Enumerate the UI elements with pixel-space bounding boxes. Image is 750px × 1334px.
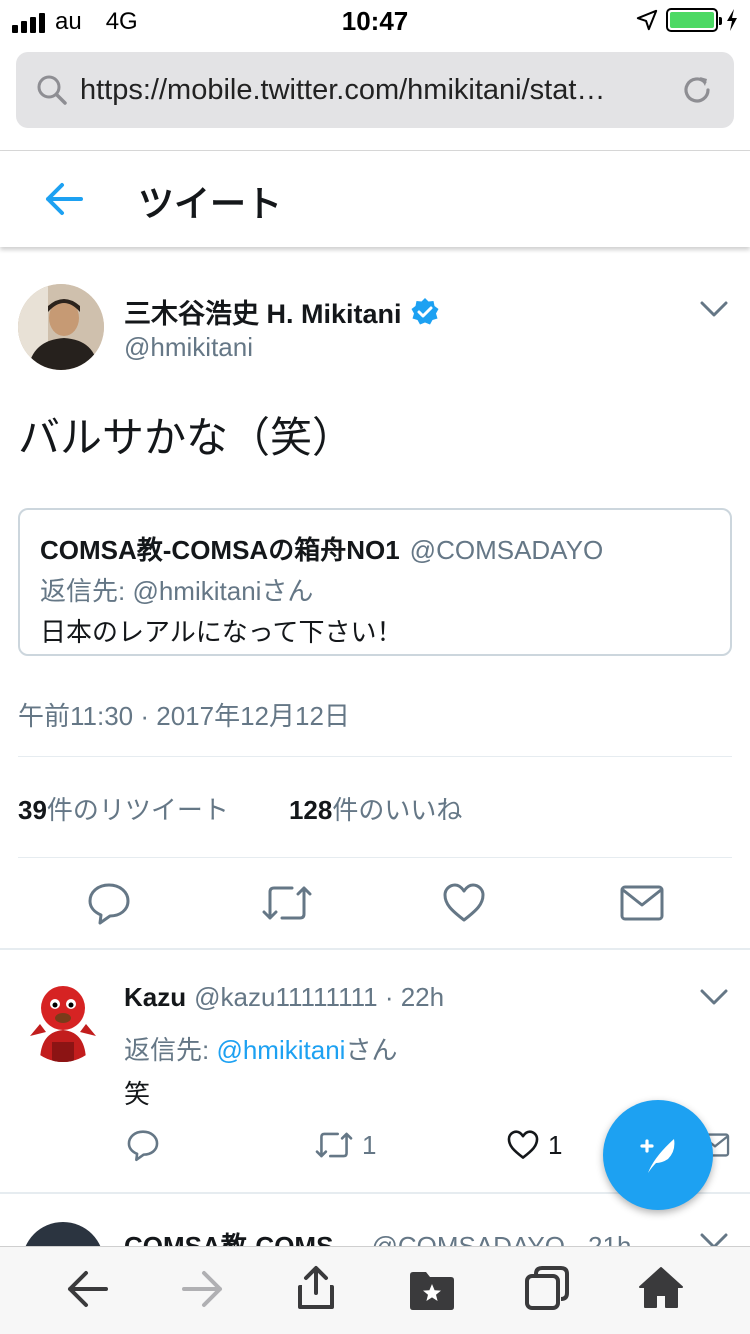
quoted-header: COMSA教-COMSAの箱舟NO1 @COMSADAYO <box>40 530 710 567</box>
page-header: ツイート <box>0 151 750 247</box>
browser-toolbar <box>0 1246 750 1334</box>
retweet-count: 1 <box>362 1129 377 1160</box>
divider <box>0 948 750 950</box>
avatar[interactable] <box>22 980 104 1062</box>
reply-to-link[interactable]: @hmikitani <box>216 1035 345 1065</box>
back-arrow-icon[interactable] <box>44 181 84 217</box>
reply-to-suffix: さん <box>345 1035 398 1065</box>
reply-to: 返信先: @hmikitaniさん <box>124 1030 397 1067</box>
tweet-stats: 39件のリツイート 128件のいいね <box>18 790 462 827</box>
reply-author-name[interactable]: Kazu <box>124 982 186 1012</box>
avatar[interactable] <box>18 284 104 370</box>
quoted-reply-to: 返信先: @hmikitaniさん <box>40 576 314 606</box>
like-icon[interactable] <box>441 880 487 926</box>
address-bar[interactable]: https://mobile.twitter.com/hmikitani/sta… <box>16 52 734 128</box>
retweet-stat-label: 件のリツイート <box>46 795 229 825</box>
chevron-down-icon[interactable] <box>700 300 728 318</box>
quoted-author-name: COMSA教-COMSAの箱舟NO1 <box>40 535 400 565</box>
retweet-action[interactable]: 1 <box>314 1128 376 1162</box>
reply-action[interactable] <box>126 1128 160 1162</box>
retweet-icon[interactable] <box>314 1128 354 1162</box>
like-stat[interactable]: 128件のいいね <box>289 790 462 827</box>
compose-feather-icon <box>640 1139 675 1173</box>
verified-badge-icon <box>411 297 439 324</box>
direct-message-icon[interactable] <box>619 880 665 926</box>
tweet-actions <box>0 880 750 930</box>
author-name[interactable]: 三木谷浩史 H. Mikitani <box>124 292 440 331</box>
reply-icon[interactable] <box>126 1128 160 1162</box>
url-text[interactable]: https://mobile.twitter.com/hmikitani/sta… <box>80 74 680 107</box>
reply-to-prefix: 返信先: <box>124 1035 217 1065</box>
reply-meta: @kazu11111111 · 22h <box>194 982 445 1012</box>
location-arrow-icon <box>636 9 658 31</box>
reload-icon[interactable] <box>680 73 714 107</box>
back-icon[interactable] <box>66 1269 110 1309</box>
battery-icon <box>666 8 722 32</box>
quoted-text: 日本のレアルになって下さい！ <box>40 617 403 647</box>
tweet-timestamp: 午前11:30 · 2017年12月12日 <box>18 701 350 731</box>
forward-icon[interactable] <box>180 1269 224 1309</box>
compose-tweet-button[interactable] <box>603 1100 713 1210</box>
page-title: ツイート <box>138 183 283 224</box>
charging-icon <box>727 9 737 31</box>
like-count: 1 <box>548 1129 563 1160</box>
author-name-text[interactable]: 三木谷浩史 H. Mikitani <box>124 292 402 331</box>
divider <box>18 857 732 858</box>
search-icon <box>37 75 67 105</box>
author-handle[interactable]: @hmikitani <box>124 332 253 363</box>
chevron-down-icon[interactable] <box>700 988 728 1006</box>
home-icon[interactable] <box>638 1265 684 1309</box>
retweet-count: 39 <box>18 795 47 825</box>
bookmarks-icon[interactable] <box>408 1269 456 1311</box>
like-stat-label: 件のいいね <box>332 795 463 825</box>
quoted-tweet[interactable]: COMSA教-COMSAの箱舟NO1 @COMSADAYO 返信先: @hmiki… <box>18 508 732 656</box>
tweet-text: バルサかな（笑） <box>18 414 355 461</box>
divider <box>18 756 732 757</box>
retweet-icon[interactable] <box>260 880 314 926</box>
retweet-stat[interactable]: 39件のリツイート <box>18 790 229 827</box>
like-count: 128 <box>288 795 333 825</box>
reply-icon[interactable] <box>86 880 132 926</box>
share-icon[interactable] <box>294 1265 338 1311</box>
like-icon[interactable] <box>506 1128 540 1162</box>
like-action[interactable]: 1 <box>506 1128 562 1162</box>
quoted-author-handle: @COMSADAYO <box>409 535 604 565</box>
status-bar: au 4G 10:47 <box>0 0 750 40</box>
reply-header: Kazu @kazu11111111 · 22h <box>124 982 444 1013</box>
reply-text: 笑 <box>124 1079 151 1109</box>
tabs-icon[interactable] <box>524 1265 570 1311</box>
